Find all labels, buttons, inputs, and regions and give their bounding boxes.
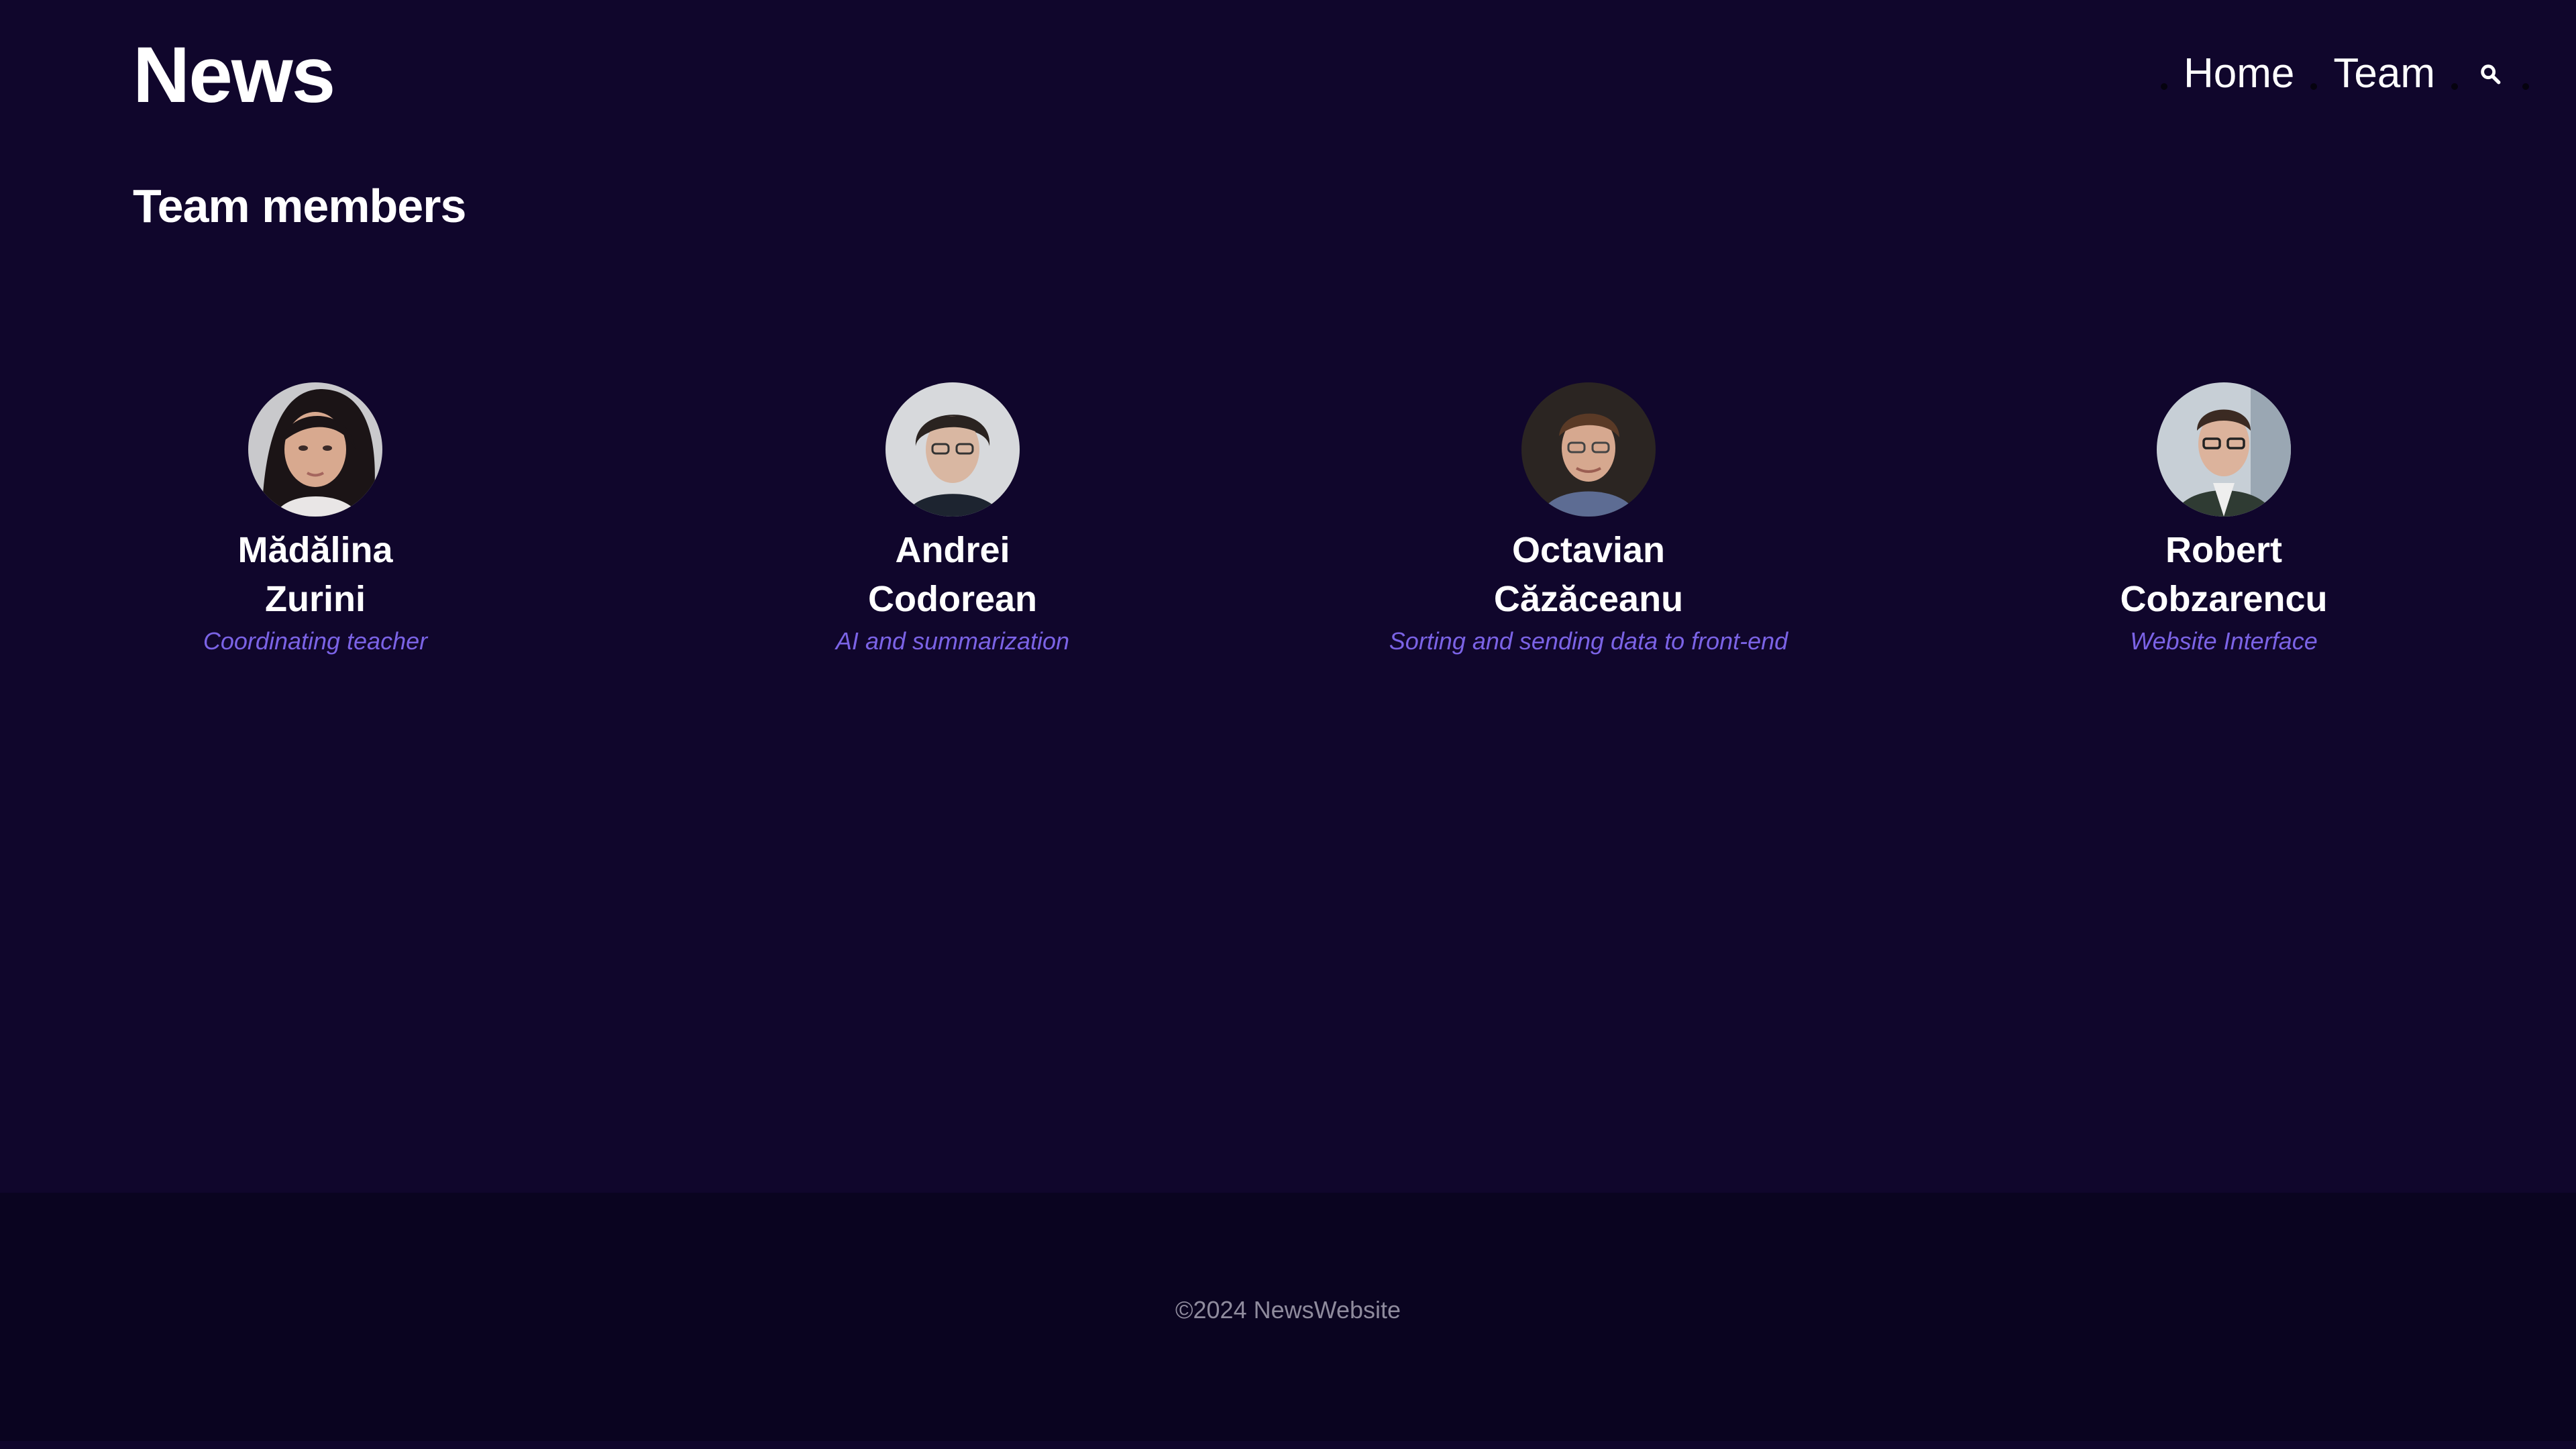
member-role: AI and summarization xyxy=(835,627,1070,655)
member-last-name: Codorean xyxy=(867,579,1038,619)
site-header: News Home Team xyxy=(0,0,2576,154)
member-first-name: Andrei xyxy=(895,530,1010,570)
main-nav: Home Team xyxy=(2145,40,2529,107)
nav-link-home[interactable]: Home xyxy=(2184,40,2294,107)
member-first-name: Mădălina xyxy=(237,530,393,570)
nav-separator xyxy=(2161,83,2167,90)
site-logo[interactable]: News xyxy=(133,28,335,122)
nav-separator xyxy=(2310,83,2318,90)
search-icon xyxy=(2481,64,2501,85)
page-title: Team members xyxy=(133,180,466,232)
avatar xyxy=(885,382,1020,517)
nav-separator xyxy=(2522,83,2529,90)
avatar xyxy=(2157,382,2291,517)
team-member-card: Octavian Căzăceanu Sorting and sending d… xyxy=(1287,382,1890,656)
team-member-card: Mădălina Zurini Coordinating teacher xyxy=(13,382,617,656)
member-role: Website Interface xyxy=(2130,627,2318,655)
avatar xyxy=(1521,382,1656,517)
page: News Home Team Team members Mădălina Zur… xyxy=(0,0,2576,1449)
member-first-name: Octavian xyxy=(1511,530,1666,570)
member-last-name: Căzăceanu xyxy=(1493,579,1684,619)
team-grid: Mădălina Zurini Coordinating teacher And… xyxy=(0,382,2576,684)
copyright-text: ©2024 NewsWebsite xyxy=(1175,1296,1401,1324)
team-member-card: Andrei Codorean AI and summarization xyxy=(651,382,1254,656)
member-last-name: Zurini xyxy=(265,579,366,619)
nav-separator xyxy=(2451,83,2458,90)
team-member-card: Robert Cobzarencu Website Interface xyxy=(1922,382,2526,656)
site-footer: ©2024 NewsWebsite xyxy=(0,1193,2576,1441)
member-last-name: Cobzarencu xyxy=(2120,579,2328,619)
nav-link-team[interactable]: Team xyxy=(2333,40,2435,107)
member-first-name: Robert xyxy=(2165,530,2282,570)
search-button[interactable] xyxy=(2474,58,2506,90)
member-role: Coordinating teacher xyxy=(203,627,428,655)
avatar xyxy=(248,382,382,517)
member-role: Sorting and sending data to front-end xyxy=(1389,627,1788,655)
